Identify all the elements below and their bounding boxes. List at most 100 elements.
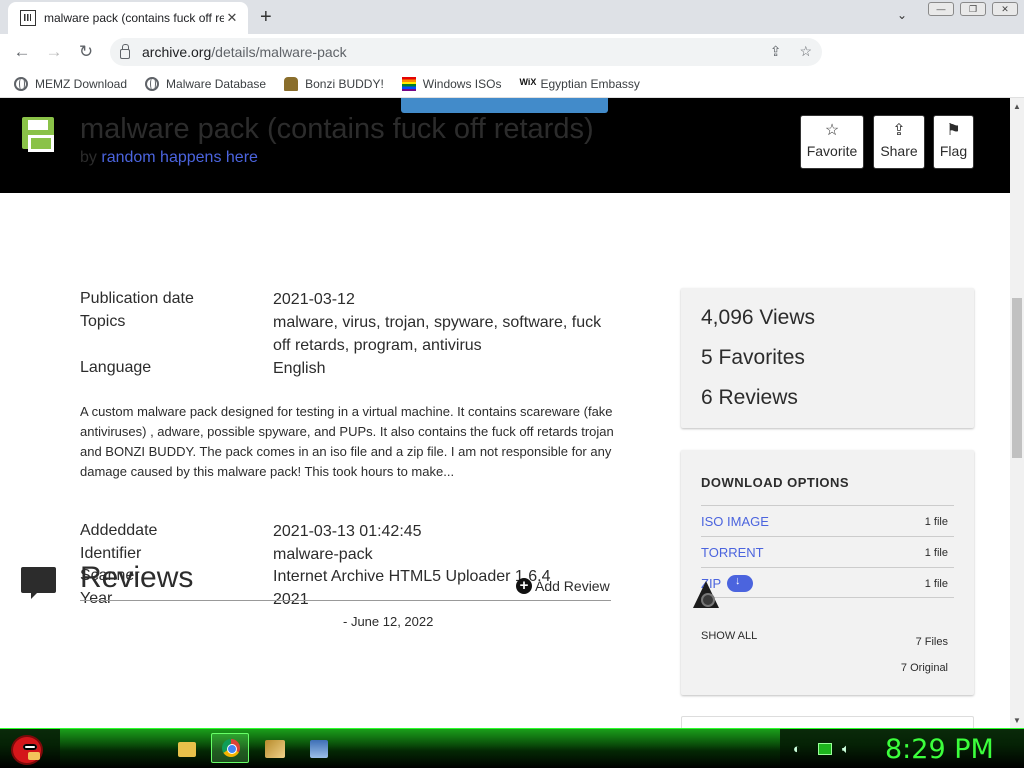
bookmark-label: MEMZ Download bbox=[35, 76, 128, 91]
download-options-panel: DOWNLOAD OPTIONS ISO IMAGE 1 file TORREN… bbox=[681, 450, 974, 695]
url-path: /details/malware-pack bbox=[211, 44, 347, 60]
chrome-taskbar-button[interactable] bbox=[211, 733, 249, 763]
favorite-label: Favorite bbox=[806, 143, 858, 159]
reload-button[interactable]: ↻ bbox=[70, 42, 102, 62]
floppy-disk-icon bbox=[22, 117, 54, 152]
bookmarks-bar: MEMZ Download Malware Database Bonzi BUD… bbox=[0, 70, 1024, 98]
stats-panel: 4,096 Views 5 Favorites 6 Reviews bbox=[681, 288, 974, 428]
meta-value-topics[interactable]: malware, virus, trojan, spyware, softwar… bbox=[273, 311, 609, 357]
meta-value-publication-date[interactable]: 2021-03-12 bbox=[273, 288, 613, 311]
byline-prefix: by bbox=[80, 149, 97, 166]
scroll-up-icon[interactable]: ▲ bbox=[1013, 102, 1021, 111]
bookmark-label: Malware Database bbox=[166, 76, 267, 91]
tab-strip: malware pack (contains fuck off retards)… bbox=[0, 0, 1024, 34]
meta-value-addeddate: 2021-03-13 01:42:45 bbox=[273, 523, 422, 540]
page-viewport: malware pack (contains fuck off retards)… bbox=[0, 98, 1010, 728]
meta-key-addeddate: Addeddate bbox=[80, 522, 158, 539]
globe-icon bbox=[14, 76, 28, 91]
file-count: 1 file bbox=[924, 516, 948, 528]
share-icon: ⇪ bbox=[892, 122, 906, 139]
item-description: A custom malware pack designed for testi… bbox=[80, 404, 614, 479]
download-iso-link[interactable]: ISO IMAGE bbox=[701, 514, 769, 529]
active-tab[interactable]: malware pack (contains fuck off retards)… bbox=[8, 2, 248, 34]
tab-close-icon[interactable]: ✕ bbox=[224, 10, 240, 26]
media-icon[interactable]: ◐ bbox=[793, 741, 801, 756]
back-button[interactable]: ← bbox=[6, 42, 38, 62]
download-heading: DOWNLOAD OPTIONS bbox=[701, 475, 850, 490]
address-bar[interactable]: archive.org/details/malware-pack ⇪ ☆ bbox=[110, 38, 822, 66]
total-original: 7 Original bbox=[900, 662, 948, 674]
file-count: 1 file bbox=[924, 547, 948, 559]
new-tab-button[interactable]: + bbox=[260, 6, 272, 29]
window-controls: — ❐ ✕ bbox=[928, 2, 1018, 16]
winrar-icon[interactable] bbox=[265, 740, 285, 758]
maximize-button[interactable]: ❐ bbox=[960, 2, 986, 16]
bookmark-label: Egyptian Embassy bbox=[540, 76, 640, 91]
globe-icon bbox=[145, 76, 160, 91]
star-icon: ☆ bbox=[824, 122, 840, 139]
flag-label: Flag bbox=[939, 143, 968, 159]
favorites-count: 5 Favorites bbox=[701, 346, 805, 369]
add-review-label: Add Review bbox=[535, 578, 610, 594]
volume-icon[interactable]: 🔈︎ bbox=[842, 741, 850, 757]
taskbar-clock[interactable]: 8:29 PM bbox=[885, 734, 994, 765]
bookmark-memz[interactable]: MEMZ Download bbox=[14, 76, 128, 91]
download-row-iso: ISO IMAGE 1 file bbox=[701, 505, 954, 536]
chrome-icon bbox=[222, 739, 240, 757]
next-panel bbox=[681, 716, 974, 728]
browser-toolbar: ← → ↻ archive.org/details/malware-pack ⇪… bbox=[0, 34, 1024, 93]
minimize-button[interactable]: — bbox=[928, 2, 954, 16]
share-icon[interactable]: ⇪ bbox=[770, 43, 782, 60]
bookmark-windows-isos[interactable]: Windows ISOs bbox=[401, 76, 501, 91]
byline: by random happens here bbox=[80, 149, 258, 167]
flag-icon: ⚑ bbox=[946, 122, 961, 139]
share-button[interactable]: ⇪ Share bbox=[873, 115, 925, 169]
meta-key-publication-date: Publication date bbox=[80, 290, 194, 307]
scroll-down-icon[interactable]: ▼ bbox=[1013, 716, 1021, 725]
network-icon[interactable] bbox=[818, 743, 832, 755]
download-row-torrent: TORRENT 1 file bbox=[701, 536, 954, 567]
close-window-button[interactable]: ✕ bbox=[992, 2, 1018, 16]
meta-key-topics: Topics bbox=[80, 313, 126, 330]
bookmark-malware-database[interactable]: Malware Database bbox=[145, 76, 267, 91]
meta-value-language[interactable]: English bbox=[273, 357, 613, 380]
add-review-button[interactable]: + Add Review bbox=[516, 578, 610, 594]
download-arrow-icon[interactable] bbox=[727, 575, 753, 592]
views-count: 4,096 Views bbox=[701, 306, 816, 329]
bookmark-egyptian-embassy[interactable]: WiX Egyptian Embassy bbox=[519, 77, 639, 91]
mouse-cursor-icon bbox=[693, 581, 719, 608]
plus-circle-icon: + bbox=[516, 578, 532, 594]
flag-button[interactable]: ⚑ Flag bbox=[933, 115, 974, 169]
file-explorer-icon[interactable] bbox=[178, 742, 196, 757]
download-torrent-link[interactable]: TORRENT bbox=[701, 545, 764, 560]
bookmark-bonzi[interactable]: Bonzi BUDDY! bbox=[284, 76, 384, 91]
tab-title: malware pack (contains fuck off retards) bbox=[44, 11, 224, 25]
rainbow-flag-icon bbox=[401, 76, 416, 91]
meta-value-identifier: malware-pack bbox=[273, 546, 373, 563]
tab-search-icon[interactable]: ⌄ bbox=[897, 8, 907, 22]
bonzi-icon bbox=[284, 76, 299, 91]
reviews-count-link[interactable]: 6 Reviews bbox=[701, 386, 798, 410]
scrollbar-thumb[interactable] bbox=[1012, 298, 1022, 458]
favorite-button[interactable]: ☆ Favorite bbox=[800, 115, 864, 169]
start-button[interactable] bbox=[7, 729, 47, 768]
control-panel-icon[interactable] bbox=[310, 740, 328, 758]
star-icon[interactable]: ☆ bbox=[799, 43, 812, 60]
wix-icon: WiX bbox=[519, 76, 537, 87]
angry-bird-start-icon bbox=[11, 735, 43, 765]
page-scrollbar[interactable]: ▲ ▼ bbox=[1010, 98, 1024, 728]
meta-key-language: Language bbox=[80, 359, 152, 376]
review-date: - June 12, 2022 bbox=[343, 614, 434, 629]
show-all-link[interactable]: SHOW ALL bbox=[701, 630, 757, 642]
archive-favicon-icon bbox=[20, 10, 36, 26]
reviews-title: Reviews bbox=[80, 561, 194, 594]
item-title: malware pack (contains fuck off retards) bbox=[80, 113, 594, 145]
total-files: 7 Files bbox=[915, 636, 948, 648]
forward-button[interactable]: → bbox=[38, 42, 70, 62]
share-label: Share bbox=[880, 143, 918, 159]
lock-icon[interactable] bbox=[120, 44, 130, 59]
author-link[interactable]: random happens here bbox=[101, 149, 258, 166]
url-host: archive.org bbox=[142, 44, 212, 60]
speech-bubble-icon bbox=[21, 567, 56, 599]
banner-button[interactable] bbox=[401, 98, 608, 113]
